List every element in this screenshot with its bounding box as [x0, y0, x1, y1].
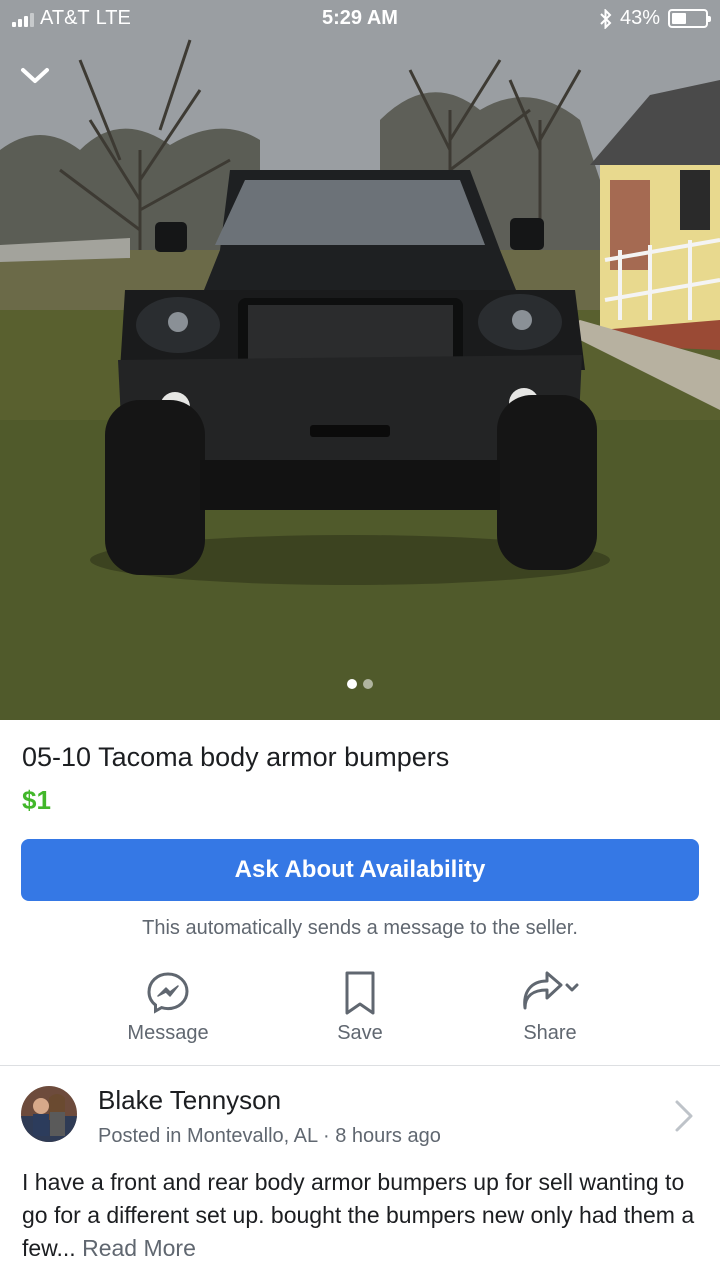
carousel-dot[interactable] [363, 679, 373, 689]
listing-photo[interactable] [0, 0, 720, 720]
seller-location: Posted in Montevallo, AL [98, 1125, 318, 1147]
save-button[interactable]: Save [280, 968, 440, 1045]
read-more-link[interactable]: Read More [82, 1235, 196, 1261]
share-arrow-icon [523, 971, 579, 1010]
seller-avatar-image [21, 1086, 77, 1142]
carousel-dot[interactable] [347, 679, 357, 689]
battery-icon [668, 9, 711, 28]
listing-price: $1 [22, 785, 51, 815]
bookmark-icon [345, 971, 375, 1015]
message-label: Message [127, 1022, 209, 1044]
battery-fill [672, 13, 686, 24]
chevron-down-icon [565, 983, 579, 992]
messenger-icon [147, 972, 189, 1014]
seller-meta: Posted in Montevallo, AL · 8 hours ago [98, 1125, 441, 1148]
share-label: Share [523, 1022, 577, 1044]
listing-description: I have a front and rear body armor bumpe… [22, 1166, 702, 1265]
seller-name[interactable]: Blake Tennyson [98, 1085, 281, 1116]
divider [0, 1065, 720, 1066]
auto-message-note: This automatically sends a message to th… [142, 917, 578, 939]
listing-title: 05-10 Tacoma body armor bumpers [22, 742, 450, 772]
message-button[interactable]: Message [88, 968, 248, 1045]
bluetooth-icon [600, 8, 612, 29]
avatar[interactable] [21, 1086, 77, 1142]
share-button[interactable]: Share [470, 968, 630, 1045]
ask-availability-button[interactable]: Ask About Availability [21, 839, 699, 901]
status-right: 43% [600, 7, 711, 30]
battery-percent: 43% [619, 7, 660, 29]
carousel-indicator [0, 679, 720, 689]
status-bar: AT&T LTE 5:29 AM 43% [0, 0, 720, 38]
action-row: Message Save Share [0, 968, 720, 1064]
chevron-down-icon[interactable] [18, 58, 52, 92]
truck-photo-illustration [0, 0, 720, 720]
save-label: Save [337, 1022, 383, 1044]
posted-time: 8 hours ago [335, 1125, 441, 1147]
chevron-right-icon[interactable] [672, 1098, 696, 1134]
meta-separator: · [322, 1125, 330, 1147]
